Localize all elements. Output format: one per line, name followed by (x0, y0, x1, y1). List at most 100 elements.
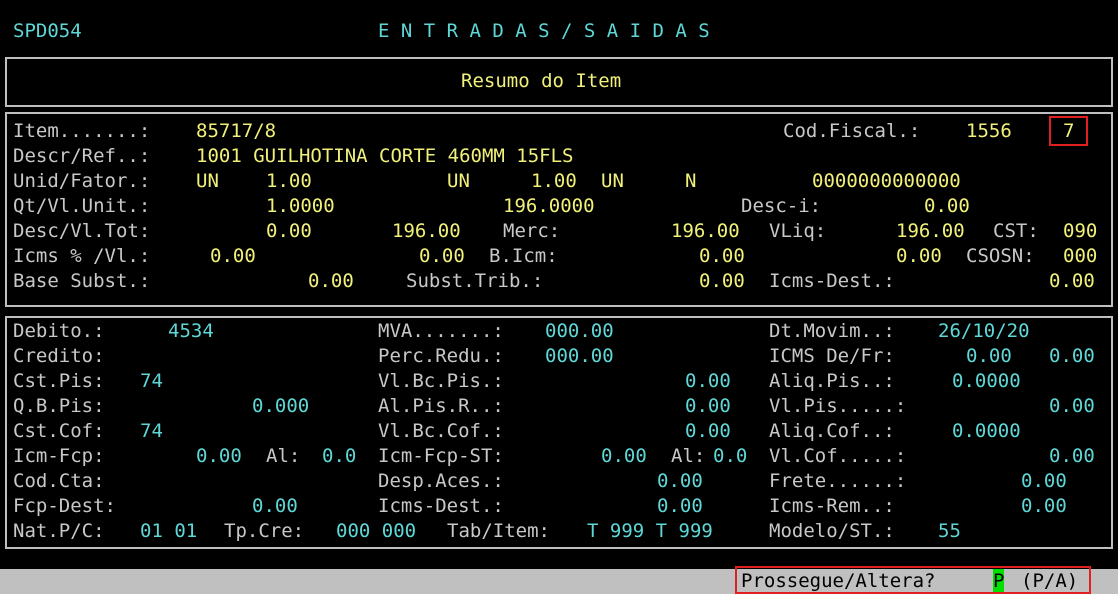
vliq-label: VLiq: (769, 220, 827, 242)
desci-label: Desc-i: (741, 195, 822, 217)
unid-3: UN (601, 170, 624, 192)
unid-1: UN (196, 170, 219, 192)
al1-label: Al: (266, 445, 301, 467)
codcta-label: Cod.Cta: (13, 470, 105, 492)
item-value: 85717/8 (196, 120, 277, 142)
unid-label: Unid/Fator.: (13, 170, 151, 192)
fator-2: 1.00 (531, 170, 577, 192)
icmfcpst-label: Icm-Fcp-ST: (378, 445, 504, 467)
frete-label: Frete......: (769, 470, 907, 492)
base-label: Base Subst.: (13, 270, 151, 292)
descr-value: 1001 GUILHOTINA CORTE 460MM 15FLS (196, 145, 574, 167)
icmsrem-value: 0.00 (1021, 495, 1067, 517)
icmsrem-label: Icms-Rem..: (769, 495, 895, 517)
icmsdefr-value-1: 0.00 (966, 345, 1012, 367)
bicm-label: B.Icm: (489, 245, 558, 267)
despaces-label: Desp.Aces.: (378, 470, 504, 492)
csosn-value: 000 (1063, 245, 1098, 267)
vliq-value: 196.00 (896, 220, 965, 242)
icmfcp-value: 0.00 (196, 445, 242, 467)
alpisr-value: 0.00 (685, 395, 731, 417)
icms-pct: 0.00 (210, 245, 256, 267)
credito-label: Credito: (13, 345, 105, 367)
cstcof-value: 74 (140, 420, 163, 442)
icmsdest2-value: 0.00 (657, 495, 703, 517)
csosn-label: CSOSN: (966, 245, 1035, 267)
vlcof-label: Vl.Cof.....: (769, 445, 907, 467)
cstpis-value: 74 (140, 370, 163, 392)
code-zeros: 0000000000000 (812, 170, 961, 192)
frete-value: 0.00 (1021, 470, 1067, 492)
cst-value: 090 (1063, 220, 1098, 242)
tpcre-label: Tp.Cre: (224, 520, 305, 542)
icmfcp-label: Icm-Fcp: (13, 445, 105, 467)
qt-label: Qt/Vl.Unit.: (13, 195, 151, 217)
modelo-value: 55 (938, 520, 961, 542)
fator-1: 1.00 (266, 170, 312, 192)
flag-n: N (685, 170, 697, 192)
vlbcpis-label: Vl.Bc.Pis.: (378, 370, 504, 392)
debito-value: 4534 (168, 320, 214, 342)
fcpdest-value: 0.00 (252, 495, 298, 517)
desci-value: 0.00 (924, 195, 970, 217)
qbpis-label: Q.B.Pis: (13, 395, 105, 417)
aliqpis-label: Aliq.Pis..: (769, 370, 895, 392)
vlpis-value: 0.00 (1049, 395, 1095, 417)
mva-label: MVA.......: (378, 320, 504, 342)
vlbccof-label: Vl.Bc.Cof.: (378, 420, 504, 442)
program-code: SPD054 (13, 20, 82, 42)
cstcof-label: Cst.Cof: (13, 420, 105, 442)
percredu-label: Perc.Redu.: (378, 345, 504, 367)
mva-value: 000.00 (545, 320, 614, 342)
codfiscal-value: 1556 (966, 120, 1012, 142)
dtmovim-value: 26/10/20 (938, 320, 1030, 342)
subst-value: 0.00 (699, 270, 745, 292)
cstpis-label: Cst.Pis: (13, 370, 105, 392)
aliqcof-label: Aliq.Cof..: (769, 420, 895, 442)
subst-label: Subst.Trib.: (406, 270, 544, 292)
percredu-value: 000.00 (545, 345, 614, 367)
tpcre-value: 000 000 (336, 520, 417, 542)
icmsdefr-value-2: 0.00 (1049, 345, 1095, 367)
icms-vl: 0.00 (419, 245, 465, 267)
aliqcof-value: 0.0000 (952, 420, 1021, 442)
vlpis-label: Vl.Pis.....: (769, 395, 907, 417)
icms-label: Icms % /Vl.: (13, 245, 151, 267)
despaces-value: 0.00 (657, 470, 703, 492)
desc-value: 0.00 (266, 220, 312, 242)
screen-title: E N T R A D A S / S A I D A S (378, 20, 710, 42)
modelo-label: Modelo/ST.: (769, 520, 895, 542)
merc-label: Merc: (503, 220, 561, 242)
vlbcpis-value: 0.00 (685, 370, 731, 392)
al2-label: Al: (671, 445, 706, 467)
prompt-highlight (735, 566, 1091, 594)
vlbccof-value: 0.00 (685, 420, 731, 442)
debito-label: Debito.: (13, 320, 105, 342)
bicm-extra: 0.00 (896, 245, 942, 267)
bicm-value: 0.00 (699, 245, 745, 267)
al2-value: 0.0 (713, 445, 748, 467)
natpc-value: 01 01 (140, 520, 198, 542)
tabitem-label: Tab/Item: (447, 520, 550, 542)
al1-value: 0.0 (322, 445, 357, 467)
cst-label: CST: (993, 220, 1039, 242)
aliqpis-value: 0.0000 (952, 370, 1021, 392)
descr-label: Descr/Ref..: (13, 145, 151, 167)
icmsdest2-label: Icms-Dest.: (378, 495, 504, 517)
dtmovim-label: Dt.Movim..: (769, 320, 895, 342)
desc-label: Desc/Vl.Tot: (13, 220, 151, 242)
tabitem-value: T 999 T 999 (587, 520, 713, 542)
base-value: 0.00 (308, 270, 354, 292)
qbpis-value: 0.000 (252, 395, 310, 417)
natpc-label: Nat.P/C: (13, 520, 105, 542)
fcpdest-label: Fcp-Dest: (13, 495, 116, 517)
codfiscal-extra[interactable]: 7 (1063, 119, 1074, 144)
codfiscal-label: Cod.Fiscal.: (783, 120, 921, 142)
vltot-value: 196.00 (392, 220, 461, 242)
vlcof-value: 0.00 (1049, 445, 1095, 467)
icmfcpst-value: 0.00 (601, 445, 647, 467)
alpisr-label: Al.Pis.R..: (378, 395, 504, 417)
qt-value: 1.0000 (266, 195, 335, 217)
icmsdefr-label: ICMS De/Fr: (769, 345, 895, 367)
merc-value: 196.00 (671, 220, 740, 242)
